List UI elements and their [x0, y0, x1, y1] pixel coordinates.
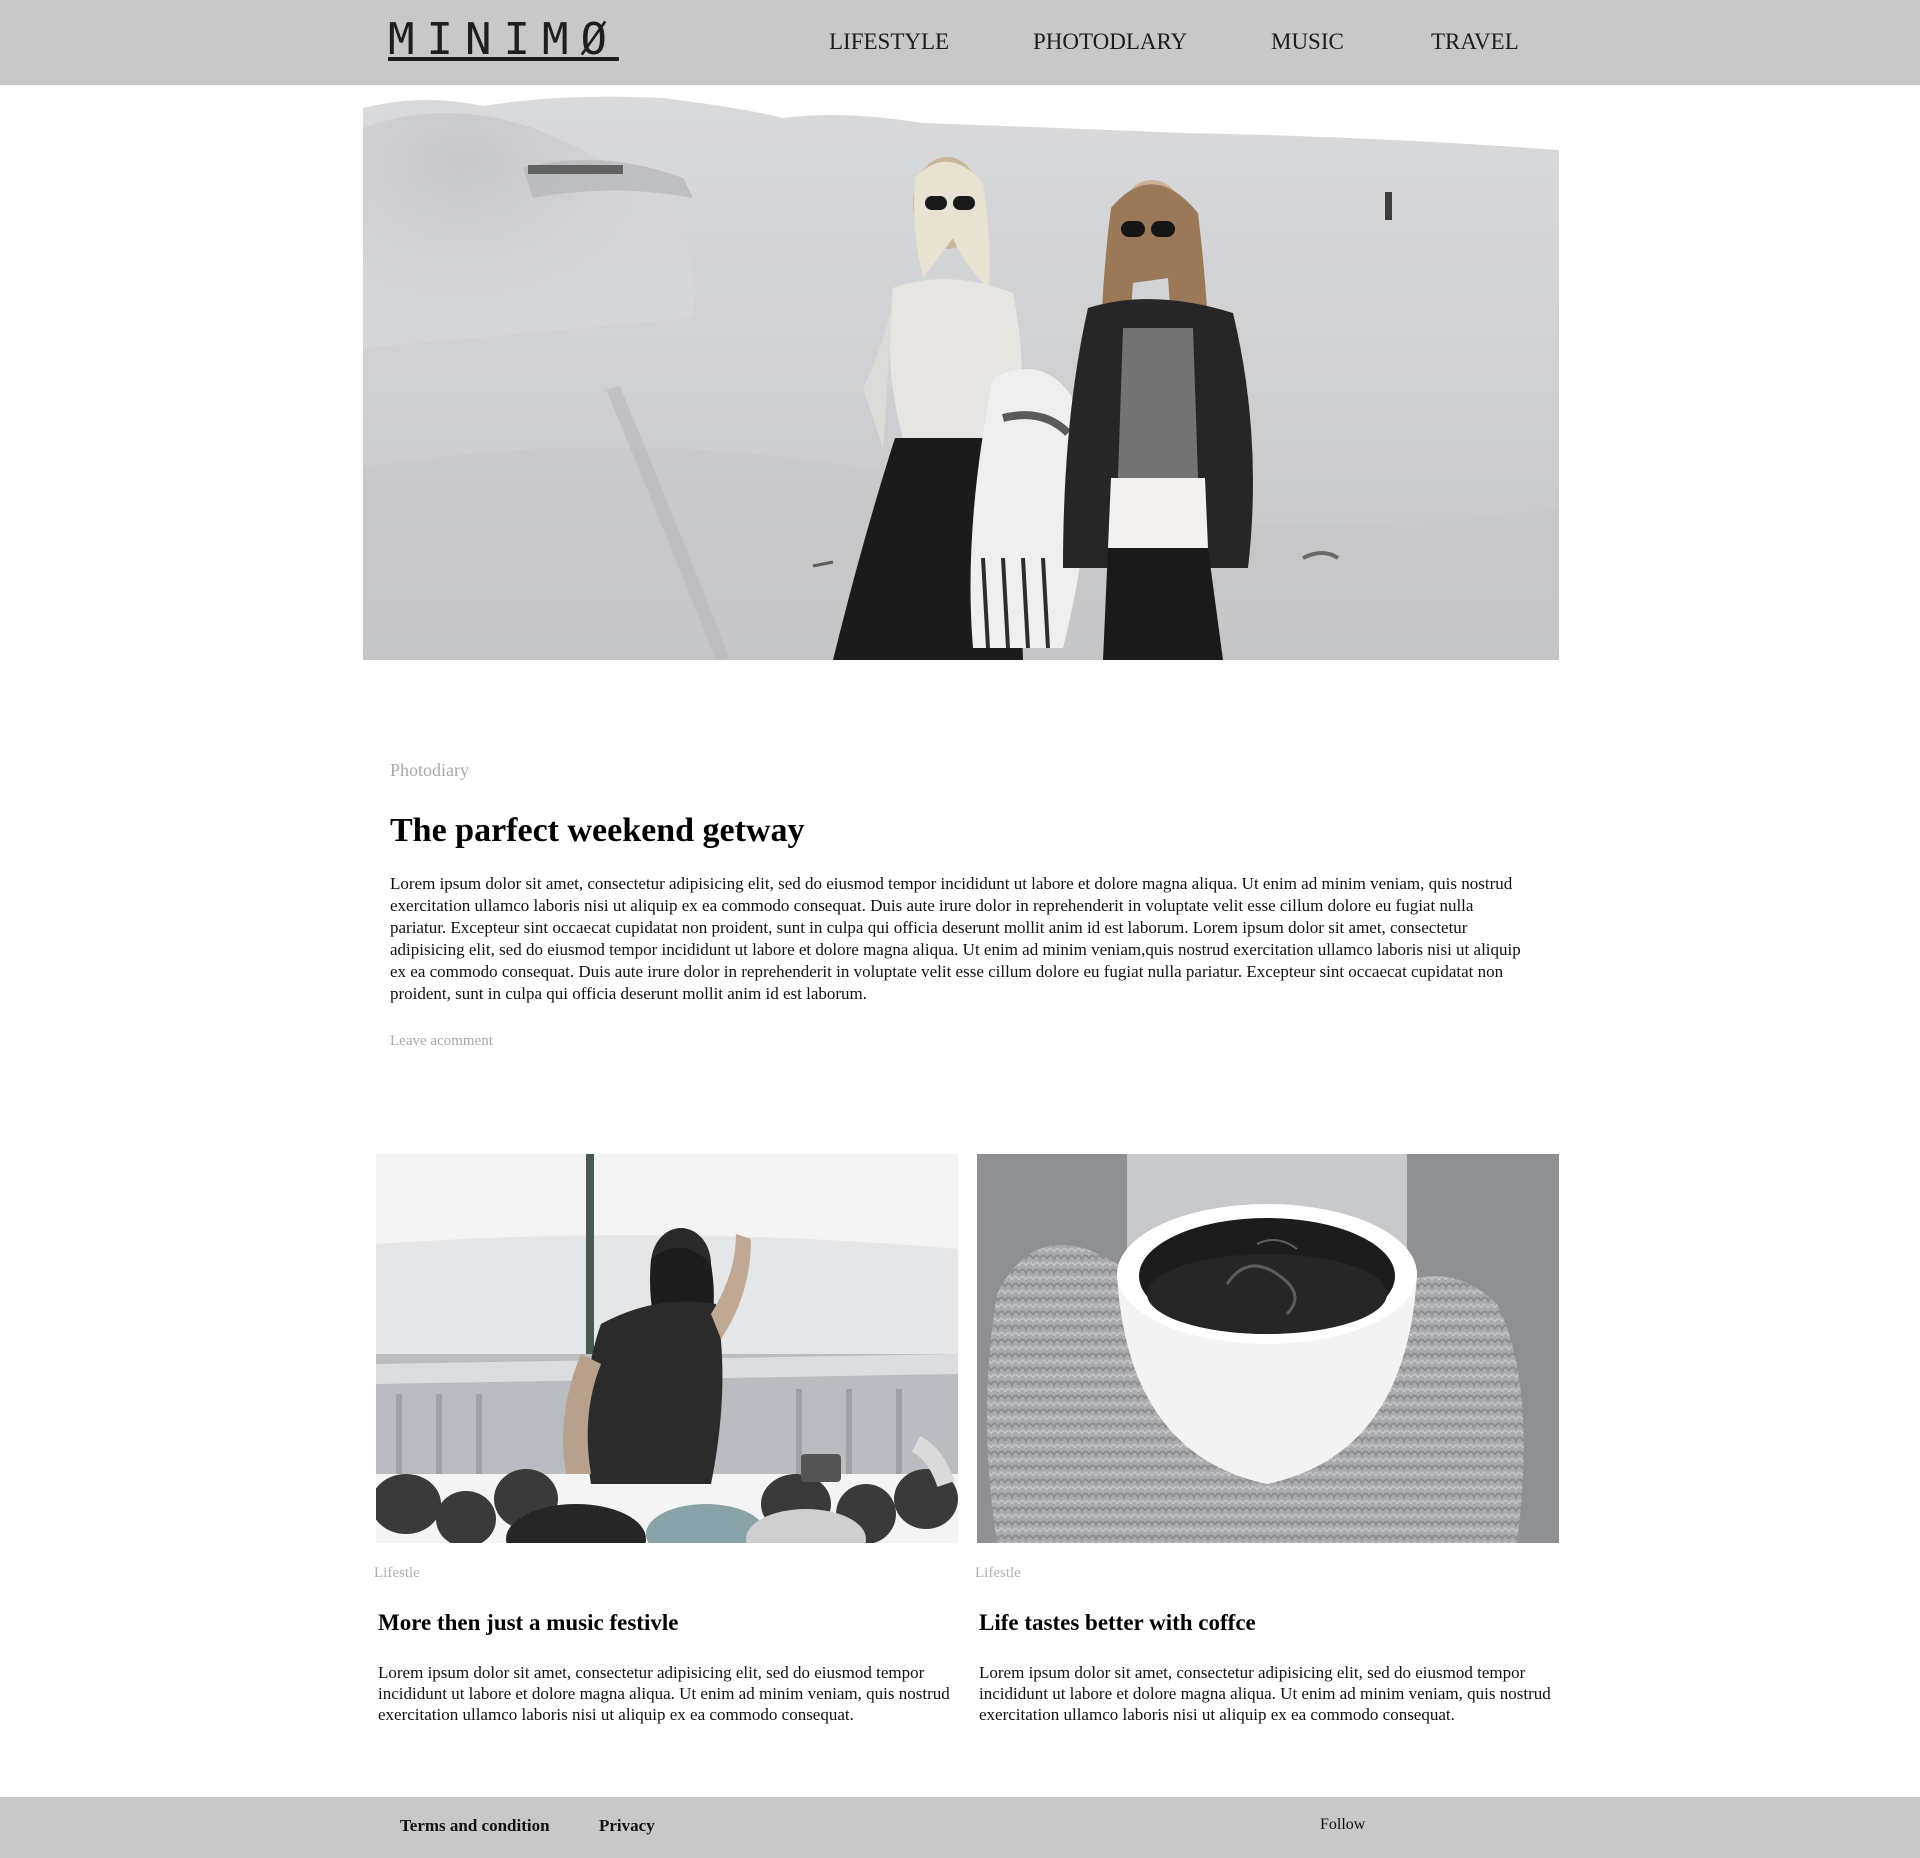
nav-item-lifestyle[interactable]: LIFESTYLE	[829, 27, 949, 57]
footer-follow-link[interactable]: Follow	[1320, 1816, 1365, 1834]
nav-item-photodiary[interactable]: PHOTODLARY	[1033, 27, 1187, 57]
card-image-music-festival[interactable]	[376, 1154, 958, 1543]
card-title[interactable]: More then just a music festivle	[378, 1610, 678, 1636]
site-footer: Terms and condition Privacy Follow	[0, 1797, 1920, 1858]
card-body: Lorem ipsum dolor sit amet, consectetur …	[378, 1663, 950, 1724]
hero-image	[363, 88, 1559, 660]
card-image-coffee[interactable]	[977, 1154, 1559, 1543]
main-nav: LIFESTYLE PHOTODLARY MUSIC TRAVEL	[0, 27, 1920, 59]
card-category[interactable]: Lifestle	[374, 1565, 420, 1582]
card-title[interactable]: Life tastes better with coffce	[979, 1610, 1256, 1636]
nav-item-music[interactable]: MUSIC	[1271, 27, 1344, 57]
article-card: Lifestle More then just a music festivle…	[374, 1154, 958, 1724]
feature-body: Lorem ipsum dolor sit amet, consectetur …	[390, 874, 1521, 1003]
leave-comment-link[interactable]: Leave acomment	[390, 1033, 493, 1050]
footer-privacy-link[interactable]: Privacy	[599, 1816, 655, 1836]
card-body: Lorem ipsum dolor sit amet, consectetur …	[979, 1663, 1551, 1724]
feature-title[interactable]: The parfect weekend getway	[390, 812, 805, 850]
footer-terms-link[interactable]: Terms and condition	[400, 1816, 550, 1836]
feature-category[interactable]: Photodiary	[390, 760, 1530, 781]
site-header: MINIMØ LIFESTYLE PHOTODLARY MUSIC TRAVEL	[0, 0, 1920, 85]
article-card: Lifestle Life tastes better with coffce …	[975, 1154, 1559, 1724]
nav-item-travel[interactable]: TRAVEL	[1431, 27, 1519, 57]
feature-article: Photodiary The parfect weekend getway Lo…	[390, 760, 1530, 1049]
card-category[interactable]: Lifestle	[975, 1565, 1021, 1582]
